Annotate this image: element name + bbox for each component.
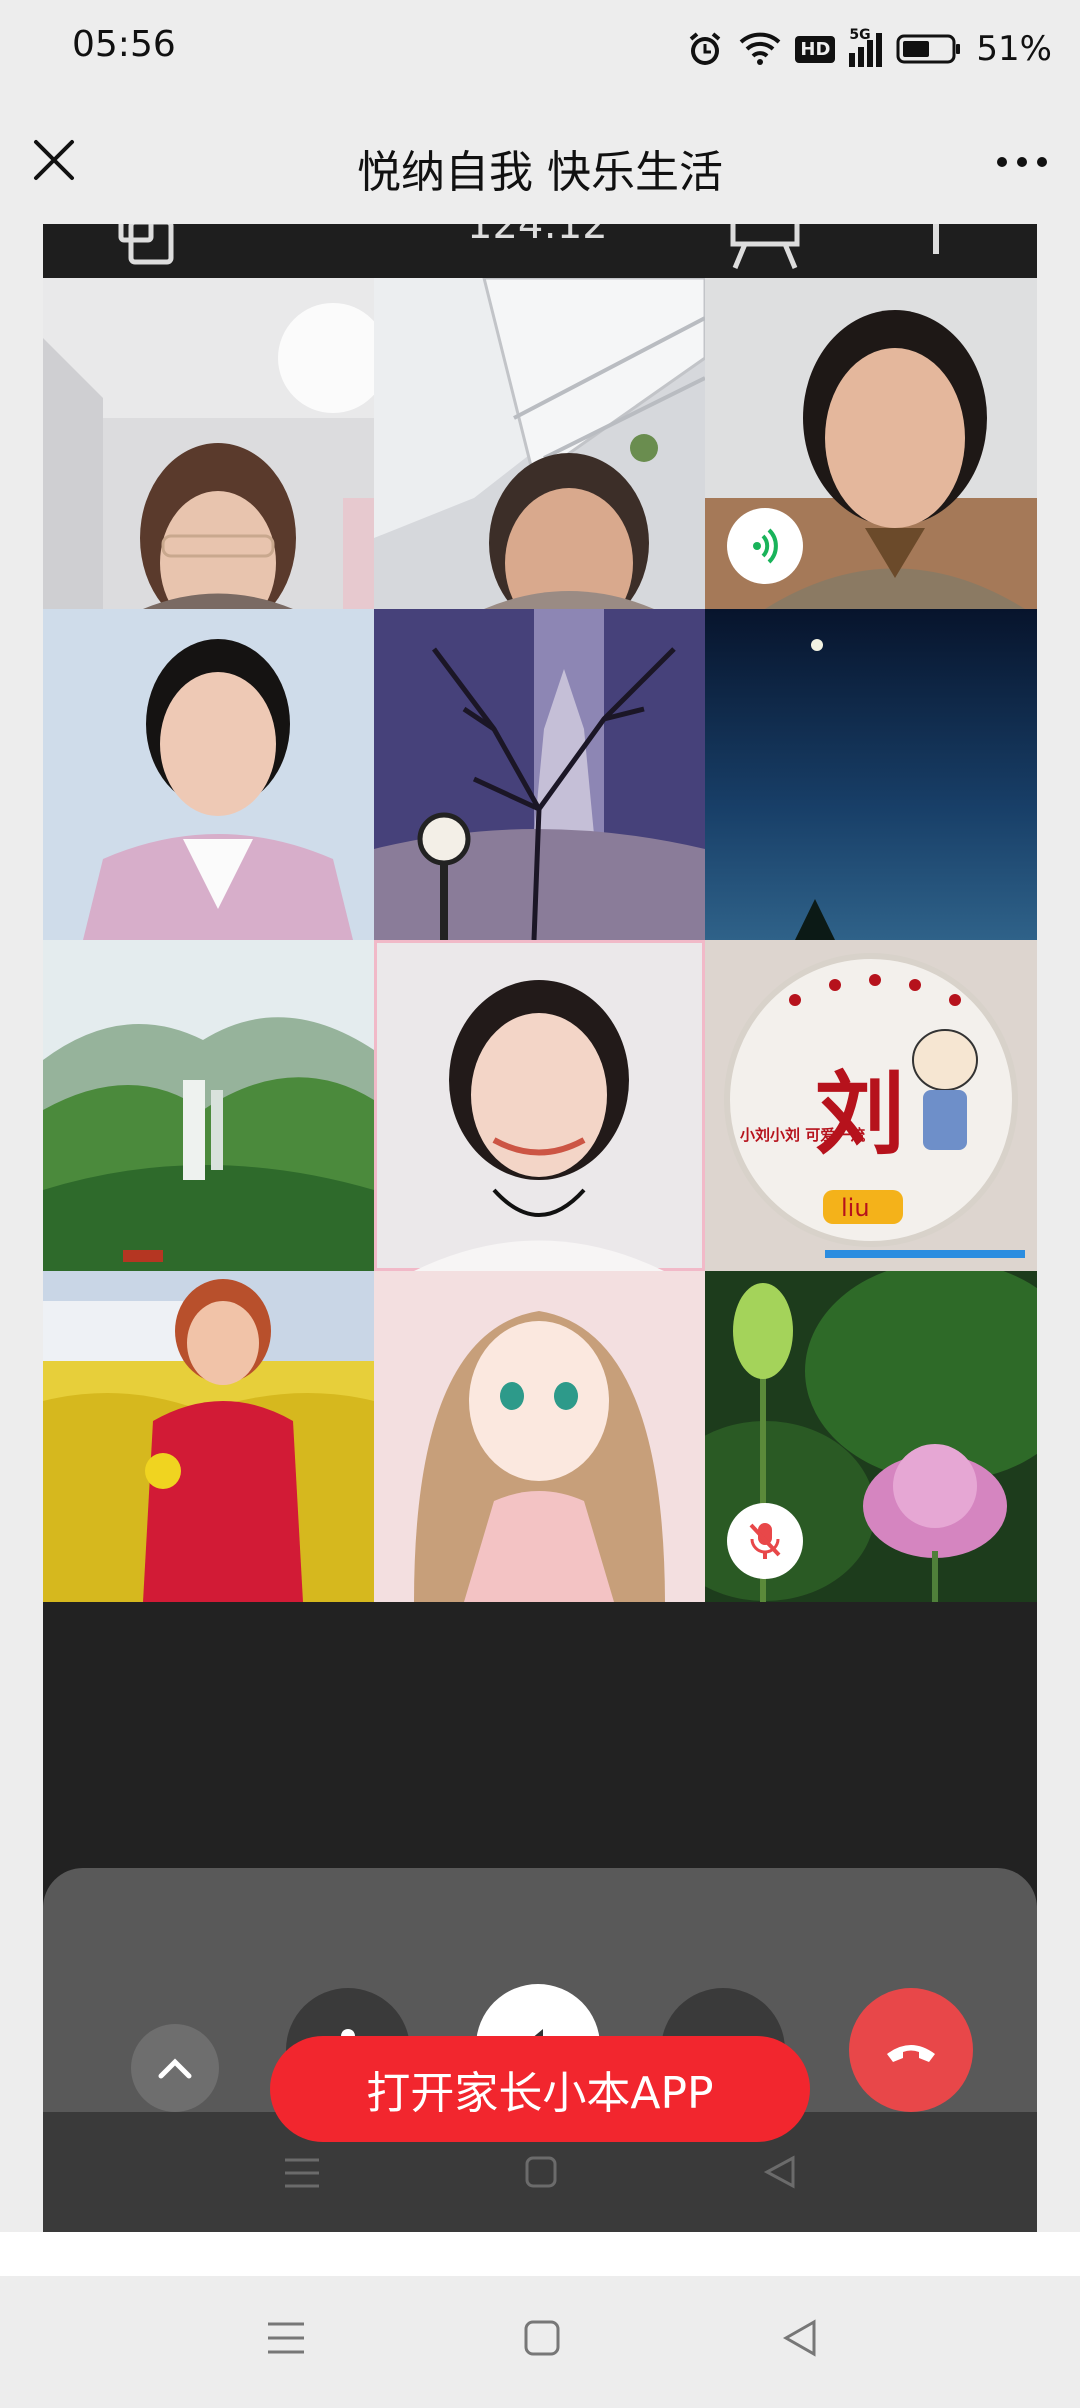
network-type: 5G (849, 27, 871, 43)
page-title: 悦纳自我 快乐生活 (357, 147, 723, 198)
wifi-icon (740, 32, 781, 65)
battery-percent: 51% (976, 29, 1052, 69)
status-bar: 05:56 HD 5G 51% (0, 0, 1080, 100)
title-bar: 悦纳自我 快乐生活 (0, 100, 1080, 224)
volume-wave-icon (753, 528, 778, 564)
participant-tile[interactable] (43, 940, 374, 1271)
participant-tile[interactable] (374, 609, 705, 940)
expand-button[interactable] (131, 2024, 219, 2112)
participant-tile[interactable] (374, 1271, 705, 1602)
menu-icon (285, 2158, 319, 2188)
more-vertical-icon[interactable] (921, 224, 951, 274)
participant-tile[interactable] (374, 278, 705, 609)
hangup-icon (887, 2045, 935, 2062)
home-icon[interactable] (522, 2318, 562, 2358)
participant-tile[interactable] (43, 278, 374, 609)
muted-badge (727, 1503, 803, 1579)
participant-tile[interactable] (374, 940, 705, 1271)
more-icon[interactable] (992, 142, 1052, 182)
participant-tile[interactable] (705, 1271, 1037, 1602)
participant-tile[interactable] (705, 609, 1037, 940)
sticker-line: 小刘小刘 可爱一流 (740, 1126, 865, 1144)
back-icon[interactable] (780, 2318, 820, 2358)
participant-tile[interactable] (43, 609, 374, 940)
sticker-big-char: 刘 (815, 1061, 905, 1167)
alarm-icon (690, 32, 721, 65)
hd-icon: HD (795, 35, 836, 63)
home-icon (525, 2156, 557, 2188)
meeting-view: 124:12 刘 小刘小刘 可爱一流 liu (43, 224, 1037, 2232)
speaking-badge (727, 508, 803, 584)
participant-grid: 刘 小刘小刘 可爱一流 liu (43, 278, 1037, 1602)
status-icons: HD 5G 51% (685, 22, 1052, 76)
meeting-duration: 124:12 (467, 224, 608, 248)
system-nav-bar (0, 2276, 1080, 2408)
meeting-toolbar: 124:12 (43, 224, 1037, 278)
participant-tile[interactable] (43, 1271, 374, 1602)
screen-share-icon[interactable] (725, 224, 805, 274)
sticker-tag: liu (841, 1194, 870, 1222)
mic-off-icon (749, 1523, 781, 1559)
page-bottom (0, 2232, 1080, 2276)
switch-camera-icon[interactable] (117, 224, 187, 274)
menu-icon[interactable] (266, 2320, 306, 2356)
signal-icon: 5G (849, 27, 883, 67)
participant-tile[interactable]: 刘 小刘小刘 可爱一流 liu (705, 940, 1037, 1271)
chevron-up-icon (158, 2058, 192, 2079)
hangup-button[interactable] (849, 1988, 973, 2112)
participant-tile[interactable] (705, 278, 1037, 609)
status-time: 05:56 (72, 24, 176, 65)
open-app-button[interactable]: 打开家长小本APP (270, 2036, 810, 2142)
battery-icon (896, 34, 961, 64)
back-icon (763, 2155, 795, 2189)
